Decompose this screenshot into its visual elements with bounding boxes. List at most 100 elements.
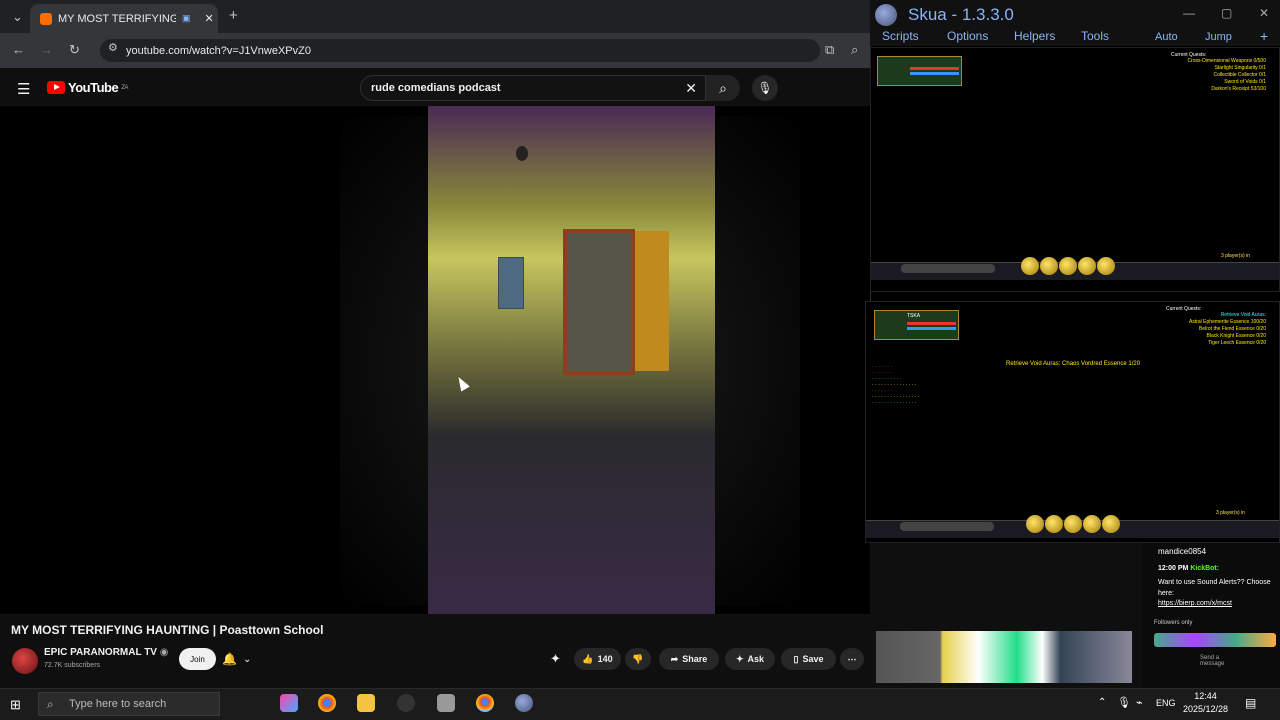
save-label: Save [802,654,824,664]
skill-icon[interactable] [1059,257,1077,275]
skill-icon[interactable] [1040,257,1058,275]
dislike-button[interactable]: 👎 [625,648,651,670]
channel-avatar[interactable] [12,648,38,674]
thumbs-down-icon: 👎 [632,653,644,664]
search-button[interactable]: ⌕ [706,75,740,101]
app-icon[interactable] [437,694,455,712]
game-pane-1[interactable]: Current Quests: Cross-Dimensional Weapon… [870,47,1280,292]
players-count-2: 3 player(s) in [1216,510,1245,516]
ask-button[interactable]: ✦ Ask [725,648,775,670]
menu-helpers[interactable]: Helpers [1014,29,1055,43]
menu-hamburger-icon[interactable]: ☰ [17,80,30,98]
network-icon[interactable]: ⌁ [1136,696,1143,709]
quest-line: Darkon's Receipt 53/100 [1211,86,1266,92]
address-bar[interactable]: ⚙ youtube.com/watch?v=J1VnweXPvZ0 [100,39,820,62]
share-label: Share [682,654,708,664]
action-bar-2[interactable] [866,515,1279,538]
skill-icon[interactable] [1097,257,1115,275]
taskbar-clock[interactable]: 12:44 2025/12/28 [1183,690,1228,716]
search-input[interactable]: rude comedians podcast ✕ [360,75,706,101]
notification-bell-button[interactable]: 🔔 ⌄ [222,649,266,669]
skill-icon[interactable] [1045,515,1063,533]
emote-bar[interactable] [1154,633,1276,647]
close-tab-icon[interactable]: ✕ [205,12,214,25]
maximize-icon[interactable]: ▢ [1221,6,1232,20]
language-indicator[interactable]: ENG [1156,698,1176,708]
skill-icon[interactable] [1021,257,1039,275]
quest-line: Collectible Collector 0/1 [1213,72,1266,78]
chat-input-1[interactable] [901,264,995,273]
menu-auto[interactable]: Auto [1155,31,1178,43]
chrome-icon-active[interactable] [476,694,494,712]
player-name: TSKA [907,313,921,319]
site-info-icon[interactable]: ⚙ [108,43,118,54]
chat-link[interactable]: https://bierp.com/x/mcst [1158,600,1232,607]
windows-start-icon[interactable]: ⊞ [10,697,21,713]
clear-search-icon[interactable]: ✕ [685,80,697,97]
more-icon: ⋯ [847,653,857,664]
microphone-icon: 🎙 [757,81,773,95]
quest-progress-banner: Retrieve Void Auras: Chaos Vordred Essen… [1006,361,1141,367]
skill-orbs-1[interactable] [1021,257,1116,280]
skill-icon[interactable] [1083,515,1101,533]
new-tab-button[interactable]: + [229,8,238,23]
chat-bot-line: 12:00 PM KickBot: [1158,565,1219,572]
copilot-icon[interactable] [280,694,298,712]
tab-list-chevron-icon[interactable]: ⌄ [12,10,23,23]
obs-icon[interactable] [397,694,415,712]
more-actions-button[interactable]: ⋯ [840,648,864,670]
channel-name[interactable]: EPIC PARANORMAL TV ◉ [44,647,168,658]
player-hud-2: TSKA [874,310,959,340]
chat-send-input[interactable]: Send a message [1200,655,1240,667]
chat-bot-name[interactable]: KickBot: [1190,565,1219,572]
taskbar-search-input[interactable]: ⌕ Type here to search [38,692,220,716]
premium-icon[interactable]: ✦ [550,651,561,667]
chrome-icon[interactable] [318,694,336,712]
video-player[interactable] [0,106,870,614]
action-bar-1[interactable] [871,257,1279,280]
quest-line: Astral Ephemerite Essence 100/20 [1189,319,1266,325]
ask-label: Ask [747,654,765,664]
menu-scripts[interactable]: Scripts [882,29,919,43]
join-button[interactable]: Join [179,648,216,670]
chevron-down-icon: ⌄ [242,653,252,665]
back-icon[interactable]: ← [12,43,25,56]
search-icon: ⌕ [719,79,727,96]
hp-bar [910,67,959,70]
add-icon[interactable]: + [1260,28,1268,44]
cast-icon: ▣ [182,13,191,23]
close-window-icon[interactable]: ✕ [1259,6,1269,20]
youtube-favicon-icon [40,12,52,25]
menu-options[interactable]: Options [947,29,988,43]
zoom-icon[interactable]: ⌕ [851,43,858,56]
chat-input-2[interactable] [900,522,994,531]
skill-icon[interactable] [1026,515,1044,533]
reload-icon[interactable]: ↻ [69,43,80,56]
game-pane-2[interactable]: TSKA Current Quests: Retrieve Void Auras… [865,301,1280,543]
minimize-icon[interactable]: — [1183,6,1195,20]
skill-icon[interactable] [1078,257,1096,275]
skua-taskbar-icon[interactable] [515,694,533,712]
voice-search-button[interactable]: 🎙 [752,75,778,101]
tray-chevron-icon[interactable]: ⌃ [1098,697,1106,708]
notification-icon[interactable]: ▤ [1245,696,1256,710]
skill-icon[interactable] [1102,515,1120,533]
chat-username[interactable]: mandice0854 [1158,547,1206,556]
tray-mic-icon[interactable]: 🎙 [1117,696,1131,709]
video-scene-doorway [563,229,635,375]
players-count-1: 3 player(s) in [1221,253,1250,259]
forward-icon[interactable]: → [40,43,53,56]
skill-icon[interactable] [1064,515,1082,533]
share-button[interactable]: ➦ Share [659,648,719,670]
combat-log: · · · · · · · · · · · · · · · · · · · · … [872,364,1022,406]
file-explorer-icon[interactable] [357,694,375,712]
save-button[interactable]: ▯ Save [781,648,836,670]
menu-jump[interactable]: Jump [1205,31,1232,43]
browser-tab-active[interactable]: MY MOST TERRIFYING HAUNTING ▣ ✕ [30,4,218,33]
like-button[interactable]: 👍 140 [574,648,621,670]
skill-orbs-2[interactable] [1026,515,1121,538]
stream-thumbnail-strip[interactable] [876,631,1132,683]
youtube-logo[interactable]: YouTube ZA [47,80,128,95]
install-app-icon[interactable]: ⧉ [825,43,834,56]
menu-tools[interactable]: Tools [1081,29,1109,43]
